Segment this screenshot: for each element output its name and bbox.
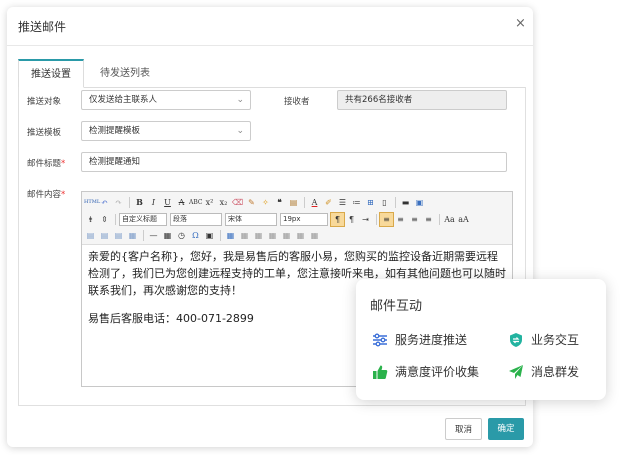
feature-label: 满意度评价收集 [395, 365, 480, 379]
recipient-field: 共有266名接收者 [337, 90, 507, 110]
undo-icon[interactable]: ↶ [98, 196, 111, 209]
format-painter-icon[interactable]: ✧ [259, 196, 272, 209]
feature-business-interaction: 业务交互 [508, 331, 579, 348]
paragraph-select[interactable]: 段落 [170, 212, 222, 226]
redo-icon[interactable]: ↷ [112, 196, 125, 209]
rtl-icon[interactable]: ¶ [345, 213, 358, 226]
link-icon[interactable]: ▤ [84, 229, 97, 242]
subscript-icon[interactable]: x₂ [217, 196, 230, 209]
shield-swap-icon [510, 332, 522, 347]
template-icon[interactable]: ▣ [203, 229, 216, 242]
feature-satisfaction-survey: 满意度评价收集 [372, 363, 479, 380]
time-icon[interactable]: ◷ [175, 229, 188, 242]
confirm-button[interactable]: 确定 [488, 418, 524, 440]
font-color-icon[interactable]: A [308, 196, 321, 209]
align-left-icon[interactable]: ≡ [379, 211, 394, 227]
editor-toolbar: HTML ↶ ↷ B I U A ABC x² x₂ ⌫ ✎ ✧ ❝ ▤ A ✐… [82, 192, 512, 245]
ltr-icon[interactable]: ¶ [330, 211, 345, 227]
insert-col-icon[interactable]: ▦ [280, 229, 293, 242]
push-target-value: 仅发送给主联系人 [89, 95, 158, 105]
underline-icon[interactable]: U [161, 196, 174, 209]
horizontal-rule-icon[interactable]: ▬ [399, 196, 412, 209]
indent-icon[interactable]: ⇥ [359, 213, 372, 226]
highlight-icon[interactable]: ✐ [322, 196, 335, 209]
dialog-title: 推送邮件 [18, 20, 67, 34]
cancel-button[interactable]: 取消 [445, 418, 482, 440]
feature-label: 消息群发 [531, 365, 580, 379]
align-justify-icon[interactable]: ≡ [422, 213, 435, 226]
template-value: 检测提醒模板 [89, 126, 141, 136]
row-spacing-icon[interactable]: ⇟ [84, 213, 97, 226]
line-height-icon[interactable]: ⇕ [98, 213, 111, 226]
subject-label: 邮件标题* [27, 159, 66, 169]
feature-service-progress: 服务进度推送 [372, 331, 467, 348]
divider-icon[interactable]: — [147, 229, 160, 242]
tab-pending-list[interactable]: 待发送列表 [88, 59, 162, 86]
toolbar-row-2: ⇟ ⇕ 自定义标题 段落 宋体 19px ¶ ¶ ⇥ ≡ ≡ ≡ ≡ Aa aA [84, 211, 471, 227]
ordered-list-icon[interactable]: ☰ [336, 196, 349, 209]
tab-push-settings[interactable]: 推送设置 [18, 59, 84, 88]
email-interaction-card: 邮件互动 服务进度推送 业务交互 满意度评价收集 消息群发 [356, 279, 606, 400]
insert-row-icon[interactable]: ▦ [252, 229, 265, 242]
font-family-select[interactable]: 宋体 [225, 212, 277, 226]
tab-bar: 推送设置 待发送列表 [18, 59, 525, 88]
delete-row-icon[interactable]: ▦ [266, 229, 279, 242]
align-center-icon[interactable]: ≡ [394, 213, 407, 226]
clear-doc-icon[interactable]: ▯ [378, 196, 391, 209]
unlink-icon[interactable]: ▤ [98, 229, 111, 242]
sliders-icon [373, 333, 387, 346]
table-icon[interactable]: ▦ [126, 229, 139, 242]
chevron-down-icon: ⌄ [236, 95, 244, 105]
subject-input[interactable]: 检测提醒通知 [81, 152, 507, 172]
select-all-icon[interactable]: ⊞ [364, 196, 377, 209]
thumbs-up-icon [373, 365, 388, 379]
paste-icon[interactable]: ▤ [287, 196, 300, 209]
recipient-label: 接收者 [284, 97, 310, 107]
card-title: 邮件互动 [370, 299, 423, 314]
close-icon[interactable]: × [515, 16, 526, 31]
image-icon[interactable]: ▣ [413, 196, 426, 209]
feature-label: 业务交互 [531, 333, 580, 347]
strikethrough-icon[interactable]: A [175, 196, 188, 209]
divider [7, 45, 533, 46]
delete-table-icon[interactable]: ▦ [238, 229, 251, 242]
push-target-select[interactable]: 仅发送给主联系人 ⌄ [81, 90, 251, 110]
chevron-down-icon: ⌄ [236, 126, 244, 136]
bold-icon[interactable]: B [133, 196, 146, 209]
font-size-select[interactable]: 19px [280, 212, 328, 226]
toolbar-row-3: ▤ ▤ ▤ ▦ — ▦ ◷ Ω ▣ ▦ ▦ ▦ ▦ ▦ ▦ ▦ [84, 227, 322, 243]
superscript-icon[interactable]: x² [203, 196, 216, 209]
template-label: 推送模板 [27, 128, 62, 138]
quote-icon[interactable]: ❝ [273, 196, 286, 209]
align-right-icon[interactable]: ≡ [408, 213, 421, 226]
case-lower-icon[interactable]: aA [457, 213, 470, 226]
paper-plane-icon [509, 364, 523, 379]
feature-label: 服务进度推送 [395, 333, 468, 347]
feature-mass-messaging: 消息群发 [508, 363, 579, 380]
anchor-icon[interactable]: ▤ [112, 229, 125, 242]
italic-icon[interactable]: I [147, 196, 160, 209]
push-target-label: 推送对象 [27, 97, 62, 107]
template-select[interactable]: 检测提醒模板 ⌄ [81, 121, 251, 141]
abc-icon[interactable]: ABC [189, 196, 202, 209]
date-icon[interactable]: ▦ [161, 229, 174, 242]
html-icon[interactable]: HTML [84, 196, 100, 209]
brush-icon[interactable]: ✎ [245, 196, 258, 209]
insert-table-icon[interactable]: ▦ [224, 229, 237, 242]
unordered-list-icon[interactable]: ≔ [350, 196, 363, 209]
delete-col-icon[interactable]: ▦ [294, 229, 307, 242]
merge-cells-icon[interactable]: ▦ [308, 229, 321, 242]
custom-title-select[interactable]: 自定义标题 [119, 212, 167, 226]
eraser-icon[interactable]: ⌫ [231, 196, 244, 209]
body-label: 邮件内容* [27, 190, 66, 200]
case-upper-icon[interactable]: Aa [443, 213, 456, 226]
toolbar-row-1: HTML ↶ ↷ B I U A ABC x² x₂ ⌫ ✎ ✧ ❝ ▤ A ✐… [84, 194, 427, 210]
special-char-icon[interactable]: Ω [189, 229, 202, 242]
